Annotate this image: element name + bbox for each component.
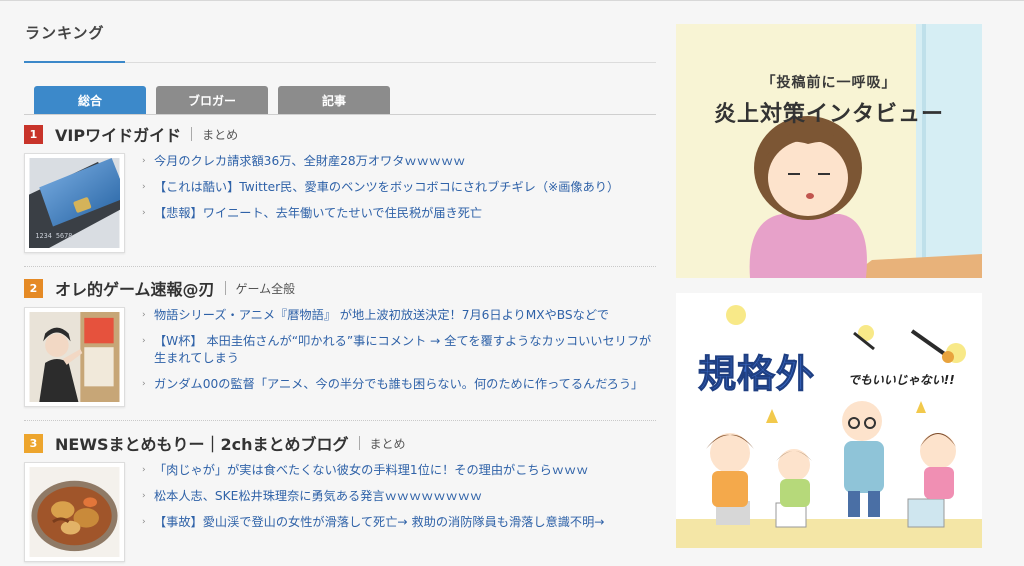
rank-badge: 1 bbox=[24, 124, 43, 144]
tabs-rule bbox=[24, 114, 656, 115]
credit-card-image: 1234 5678 bbox=[29, 158, 120, 248]
separator bbox=[191, 127, 193, 141]
chevron-right-icon: › bbox=[142, 517, 146, 527]
family-painting-illustration bbox=[676, 305, 982, 548]
article-link[interactable]: › 物語シリーズ・アニメ『暦物語』 が地上波初放送決定！7月6日よりMXやBSなど… bbox=[142, 307, 652, 324]
svg-text:1234 5678: 1234 5678 bbox=[35, 232, 72, 240]
rank-badge: 3 bbox=[24, 433, 43, 453]
tab-overall[interactable]: 総合 bbox=[34, 86, 146, 115]
chevron-right-icon: › bbox=[142, 182, 146, 192]
ad-logo-text: 規格外 bbox=[697, 352, 816, 397]
article-link[interactable]: › 今月のクレカ請求額36万、全財産28万オワタｗｗｗｗｗ bbox=[142, 153, 652, 170]
ad-banner-kikakugai[interactable]: 規格外 でもいいじゃない!! bbox=[676, 293, 982, 548]
separator bbox=[358, 436, 360, 450]
section-title: ランキング bbox=[25, 24, 105, 42]
chevron-right-icon: › bbox=[142, 491, 146, 501]
article-link[interactable]: › 松本人志、SKE松井珠理奈に勇気ある発言ｗｗｗｗｗｗｗｗ bbox=[142, 488, 652, 505]
anime-thumbnail[interactable] bbox=[24, 307, 125, 407]
blog-category: まとめ bbox=[369, 436, 406, 451]
article-link[interactable]: › 【W杯】 本田圭佑さんが“叩かれる”事にコメント → 全てを覆すようなカッコい… bbox=[142, 333, 652, 367]
article-link[interactable]: › 【悲報】ワイニート、去年働いてたせいで住民税が届き死亡 bbox=[142, 205, 652, 222]
blog-category: ゲーム全般 bbox=[235, 281, 296, 296]
article-link[interactable]: › 「肉じゃが」が実は食べたくない彼女の手料理1位に！その理由がこちらｗｗｗ bbox=[142, 462, 652, 479]
chevron-right-icon: › bbox=[142, 379, 146, 389]
chevron-right-icon: › bbox=[142, 310, 146, 320]
chevron-right-icon: › bbox=[142, 208, 146, 218]
article-link[interactable]: › 【事故】愛山渓で登山の女性が滑落して死亡→ 救助の消防隊員も滑落し意識不明→ bbox=[142, 514, 652, 531]
tired-girl-illustration bbox=[749, 24, 982, 278]
chevron-right-icon: › bbox=[142, 336, 146, 346]
tab-articles[interactable]: 記事 bbox=[278, 86, 390, 115]
blog-name-link[interactable]: VIPワイドガイド bbox=[55, 122, 181, 146]
ranking-entry-2: 2 オレ的ゲーム速報@刃 ゲーム全般 › 物語シリーズ・アニメ『暦物語』 が地上… bbox=[24, 276, 656, 407]
ad-banner-flaming-interview[interactable]: 「投稿前に一呼吸」 炎上対策インタビュー bbox=[676, 24, 982, 278]
rank-badge: 2 bbox=[24, 278, 43, 298]
nikujaga-thumbnail[interactable] bbox=[24, 462, 125, 562]
blog-category: まとめ bbox=[202, 127, 239, 142]
ad-subtitle: 「投稿前に一呼吸」 bbox=[761, 75, 897, 91]
nikujaga-image bbox=[29, 467, 120, 557]
separator bbox=[224, 281, 226, 295]
ranking-tabs: 総合 ブロガー 記事 bbox=[34, 86, 390, 115]
credit-card-thumbnail[interactable]: 1234 5678 bbox=[24, 153, 125, 253]
blog-name-link[interactable]: オレ的ゲーム速報@刃 bbox=[55, 276, 215, 300]
article-link[interactable]: › 【これは酷い】Twitter民、愛車のベンツをボッコボコにされブチギレ（※画像… bbox=[142, 179, 652, 196]
article-link[interactable]: › ガンダム00の監督「アニメ、今の半分でも誰も困らない。何のために作ってるんだろ… bbox=[142, 376, 652, 393]
ranking-section: ランキング 総合 ブロガー 記事 1 VIPワイドガイド まとめ 1234 56… bbox=[24, 14, 656, 562]
chevron-right-icon: › bbox=[142, 156, 146, 166]
chevron-right-icon: › bbox=[142, 465, 146, 475]
top-border bbox=[0, 0, 1024, 1]
anime-character-image bbox=[29, 312, 120, 402]
rank-divider bbox=[24, 420, 656, 421]
blog-name-link[interactable]: NEWSまとめもりー｜2chまとめブログ bbox=[55, 431, 349, 455]
ad-tagline: でもいいじゃない!! bbox=[848, 373, 955, 387]
title-accent bbox=[24, 61, 125, 63]
ranking-entry-1: 1 VIPワイドガイド まとめ 1234 5678 › 今月のクレカ請求額36万… bbox=[24, 122, 656, 253]
ranking-entry-3: 3 NEWSまとめもりー｜2chまとめブログ まとめ › 「肉じゃが」が実は食べ… bbox=[24, 431, 656, 562]
rank-divider bbox=[24, 266, 656, 267]
ad-headline: 炎上対策インタビュー bbox=[713, 102, 944, 127]
tab-bloggers[interactable]: ブロガー bbox=[156, 86, 268, 115]
